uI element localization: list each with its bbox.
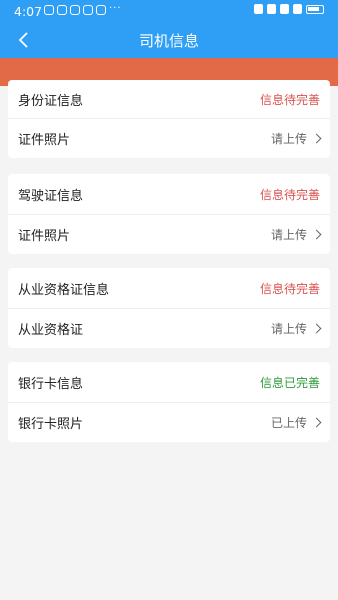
location-icon	[267, 4, 276, 14]
id-card-section: 身份证信息 信息待完善 证件照片 请上传	[8, 80, 330, 158]
upload-action[interactable]: 已上传	[271, 414, 322, 431]
system-status-icons	[254, 4, 324, 14]
item-label: 证件照片	[18, 133, 71, 148]
browser-notification-icon	[96, 5, 106, 15]
driver-license-info-row: 驾驶证信息 信息待完善	[8, 174, 330, 214]
status-badge: 信息已完善	[259, 375, 320, 390]
battery-icon	[306, 4, 324, 14]
upload-action[interactable]: 请上传	[271, 320, 322, 337]
chevron-right-icon	[311, 323, 322, 334]
chevron-right-icon	[311, 417, 322, 428]
message-notification-icon	[70, 5, 80, 15]
top-bar: 4:07 ··· 司机信息	[0, 0, 338, 58]
section-title: 从业资格证信息	[18, 282, 110, 298]
page-title: 司机信息	[138, 32, 199, 50]
chevron-right-icon	[311, 229, 322, 240]
notification-icons: ···	[44, 3, 122, 15]
id-card-photo-row[interactable]: 证件照片 请上传	[8, 118, 330, 158]
app-notification-icon	[44, 5, 54, 15]
item-label: 证件照片	[18, 229, 71, 244]
item-label: 银行卡照片	[18, 417, 84, 432]
upload-action[interactable]: 请上传	[271, 226, 322, 243]
section-title: 银行卡信息	[18, 376, 84, 392]
item-label: 从业资格证	[18, 323, 84, 338]
bank-card-info-row: 银行卡信息 信息已完善	[8, 362, 330, 402]
status-time: 4:07	[14, 4, 43, 19]
section-title: 驾驶证信息	[18, 188, 84, 204]
id-card-info-row: 身份证信息 信息待完善	[8, 80, 330, 118]
nav-bar: 司机信息	[0, 22, 338, 58]
bluetooth-icon	[254, 4, 263, 14]
wifi-icon	[280, 4, 289, 14]
qualification-photo-row[interactable]: 从业资格证 请上传	[8, 308, 330, 348]
status-badge: 信息待完善	[259, 187, 320, 202]
tiktok-notification-icon	[57, 5, 67, 15]
status-badge: 信息待完善	[259, 92, 320, 107]
more-notifications-icon: ···	[109, 3, 122, 14]
status-badge: 信息待完善	[259, 281, 320, 296]
status-bar: 4:07 ···	[0, 0, 338, 22]
signal-icon	[293, 4, 302, 14]
driver-license-photo-row[interactable]: 证件照片 请上传	[8, 214, 330, 254]
mail-notification-icon	[83, 5, 93, 15]
bank-card-section: 银行卡信息 信息已完善 银行卡照片 已上传	[8, 362, 330, 442]
section-title: 身份证信息	[18, 93, 84, 109]
bank-card-photo-row[interactable]: 银行卡照片 已上传	[8, 402, 330, 442]
upload-action[interactable]: 请上传	[271, 130, 322, 147]
chevron-right-icon	[311, 133, 322, 144]
driver-license-section: 驾驶证信息 信息待完善 证件照片 请上传	[8, 174, 330, 254]
qualification-info-row: 从业资格证信息 信息待完善	[8, 268, 330, 308]
qualification-section: 从业资格证信息 信息待完善 从业资格证 请上传	[8, 268, 330, 348]
